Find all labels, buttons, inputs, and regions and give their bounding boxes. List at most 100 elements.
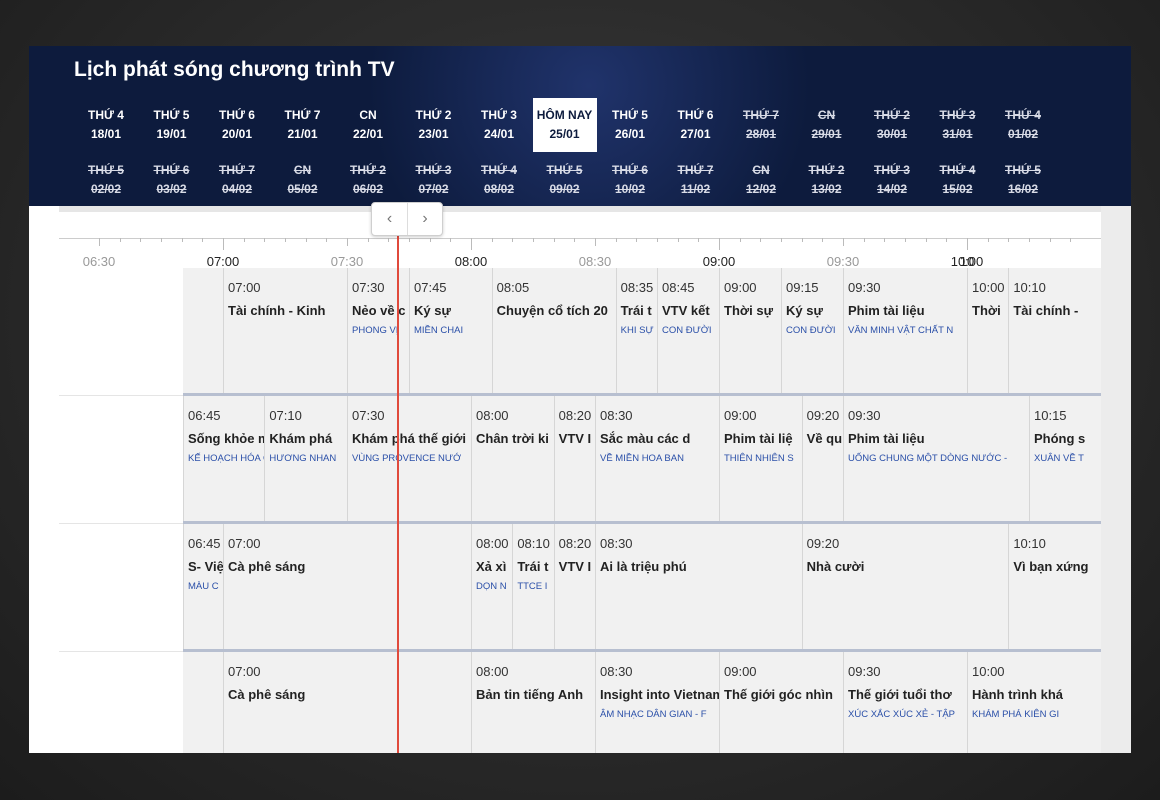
channel-row: 07:00 Tài chính - Kinh 07:30 Nẻo về c PHONG … [183, 268, 1101, 396]
date-tab[interactable]: THỨ 5 16/02 [991, 153, 1055, 207]
date-tab[interactable]: THỨ 6 27/01 [664, 98, 728, 152]
program-block[interactable]: 10:00 Hành trình khá KHÁM PHÁ KIÊN GI [967, 652, 1101, 753]
prev-button[interactable]: ‹ [372, 203, 407, 235]
channel-logo[interactable] [59, 396, 183, 524]
date-tab[interactable]: CN 29/01 [795, 98, 859, 152]
program-block[interactable]: 08:35 Trái t KHI SỰ [615, 268, 657, 393]
program-block[interactable]: 09:20 Về qu [801, 396, 843, 521]
program-block[interactable]: 09:00 Thế giới góc nhìn [719, 652, 843, 753]
program-time: 08:45 [662, 280, 695, 295]
date-tab-date: 04/02 [221, 182, 253, 196]
date-tab[interactable]: THỨ 4 08/02 [467, 153, 531, 207]
program-block[interactable]: 06:45 S- Việ MÀU C [183, 524, 223, 649]
program-block[interactable]: 07:30 Khám phá thế giới VÙNG PROVENCE NƯỚ [347, 396, 471, 521]
date-tab[interactable]: THỨ 2 06/02 [336, 153, 400, 207]
date-tab-day: CN [359, 108, 377, 122]
date-tab[interactable]: THỨ 3 07/02 [402, 153, 466, 207]
program-block[interactable]: 06:45 Sống khỏe mỗi KẾ HOẠCH HÓA GI [183, 396, 264, 521]
ruler-minor-tick [801, 238, 803, 242]
date-tab-date: 18/01 [90, 127, 122, 141]
program-block[interactable]: 07:45 Ký sự MIỀN CHAI [409, 268, 492, 393]
program-episode: UỐNG CHUNG MỘT DÒNG NƯỚC - [848, 453, 1008, 464]
program-block[interactable]: 07:30 Nẻo về c PHONG VỊ [347, 268, 409, 393]
program-title: Xả xì [476, 559, 507, 574]
date-tab-day: THỨ 6 [677, 108, 714, 122]
program-time: 09:30 [848, 280, 881, 295]
date-tab[interactable]: CN 12/02 [729, 153, 793, 207]
program-time: 09:30 [848, 664, 881, 679]
program-time: 06:45 [188, 536, 221, 551]
program-block[interactable]: 10:00 Thời [967, 268, 1008, 393]
program-block[interactable]: 09:15 Ký sự CON ĐƯỜI [781, 268, 843, 393]
program-time: 09:00 [724, 664, 757, 679]
program-block[interactable]: 08:30 Sắc màu các d VỀ MIỀN HOA BAN [595, 396, 719, 521]
program-block[interactable]: 09:30 Phim tài liệu UỐNG CHUNG MỘT DÒNG NƯ… [843, 396, 1029, 521]
channel-logo[interactable] [59, 652, 183, 753]
date-tab[interactable]: THỨ 4 01/02 [991, 98, 1055, 152]
date-tab[interactable]: CN 22/01 [336, 98, 400, 152]
next-button[interactable]: › [406, 203, 442, 235]
date-tab[interactable]: THỨ 2 30/01 [860, 98, 924, 152]
program-title: VTV I [558, 559, 592, 574]
program-episode: VỀ MIỀN HOA BAN [600, 453, 684, 464]
program-time: 08:00 [476, 664, 509, 679]
ruler-minor-tick [243, 238, 245, 242]
date-tab[interactable]: THỨ 5 02/02 [74, 153, 138, 207]
ruler-minor-tick [636, 238, 638, 242]
program-title: Trái t [517, 559, 549, 574]
program-title: Tài chính - Kinh [228, 303, 326, 318]
date-tab[interactable]: HÔM NAY 25/01 [532, 98, 597, 152]
date-tab[interactable]: THỨ 5 09/02 [533, 153, 597, 207]
date-tab[interactable]: THỨ 7 04/02 [205, 153, 269, 207]
program-title: S- Việ [188, 559, 223, 574]
date-tab[interactable]: THỨ 3 24/01 [467, 98, 531, 152]
program-block[interactable]: 07:00 Cà phê sáng [223, 652, 471, 753]
date-tab[interactable]: THỨ 7 28/01 [729, 98, 793, 152]
date-tab[interactable]: CN 05/02 [271, 153, 335, 207]
program-block[interactable]: 07:00 Tài chính - Kinh [223, 268, 347, 393]
program-block[interactable]: 08:10 Trái t TTCE I [512, 524, 553, 649]
date-tab[interactable]: THỨ 6 10/02 [598, 153, 662, 207]
program-block[interactable]: 08:00 Bản tin tiếng Anh [471, 652, 595, 753]
date-tab[interactable]: THỨ 3 31/01 [926, 98, 990, 152]
date-tab-day: THỨ 6 [219, 108, 255, 122]
date-tab[interactable]: THỨ 6 20/01 [205, 98, 269, 152]
program-block[interactable]: 09:00 Thời sự [719, 268, 781, 393]
program-block[interactable]: 09:20 Nhà cười [801, 524, 1009, 649]
ruler-tick [99, 238, 100, 246]
program-block[interactable]: 08:20 VTV I [553, 396, 595, 521]
date-tab[interactable]: THỨ 6 03/02 [140, 153, 204, 207]
channel-logo[interactable] [59, 524, 183, 652]
date-tab[interactable]: THỨ 5 19/01 [140, 98, 204, 152]
program-block[interactable]: 10:15 Phóng s XUÂN VỀ T [1029, 396, 1101, 521]
ruler-minor-tick [367, 238, 369, 242]
date-tab[interactable]: THỨ 7 11/02 [664, 153, 728, 207]
date-tab[interactable]: THỨ 2 13/02 [795, 153, 859, 207]
channel-logo[interactable] [59, 268, 183, 396]
ruler-line [59, 238, 1101, 239]
date-tab[interactable]: THỨ 7 21/01 [271, 98, 335, 152]
date-tab[interactable]: THỨ 4 15/02 [926, 153, 990, 207]
program-block[interactable]: 08:45 VTV kết CON ĐƯỜI [657, 268, 719, 393]
program-block[interactable]: 07:00 Cà phê sáng [223, 524, 471, 649]
date-tab[interactable]: THỨ 5 26/01 [598, 98, 662, 152]
program-time: 07:30 [352, 280, 385, 295]
date-tab-date: 22/01 [352, 127, 384, 141]
date-tab[interactable]: THỨ 4 18/01 [74, 98, 138, 152]
program-block[interactable]: 09:00 Phim tài liệ THIÊN NHIÊN S [719, 396, 802, 521]
program-block[interactable]: 07:10 Khám phá HƯƠNG NHAN [264, 396, 347, 521]
ruler-minor-tick [491, 238, 493, 242]
program-block[interactable]: 10:10 Vì bạn xứng [1008, 524, 1101, 649]
program-block[interactable]: 08:20 VTV I [553, 524, 595, 649]
date-tab[interactable]: THỨ 2 23/01 [402, 98, 466, 152]
program-block[interactable]: 08:00 Xả xì DỌN N [471, 524, 512, 649]
program-block[interactable]: 08:00 Chân trời ki [471, 396, 554, 521]
date-tab[interactable]: THỨ 3 14/02 [860, 153, 924, 207]
program-block[interactable]: 09:30 Phim tài liệu VĂN MINH VẬT CHẤT N [843, 268, 967, 393]
program-block[interactable]: 10:10 Tài chính - [1008, 268, 1101, 393]
program-block[interactable]: 09:30 Thế giới tuổi thơ XÚC XẮC XÚC XẺ - T… [843, 652, 967, 753]
program-block[interactable]: 08:30 Ai là triệu phú [595, 524, 802, 649]
time-ruler: 06:30 07:00 07:30 08:00 08:30 09:00 09:30 10:00… [59, 206, 1101, 269]
program-block[interactable]: 08:05 Chuyện cổ tích 20 [491, 268, 616, 393]
program-block[interactable]: 08:30 Insight into Vietnam ÂM NHẠC DÂN GIA… [595, 652, 719, 753]
